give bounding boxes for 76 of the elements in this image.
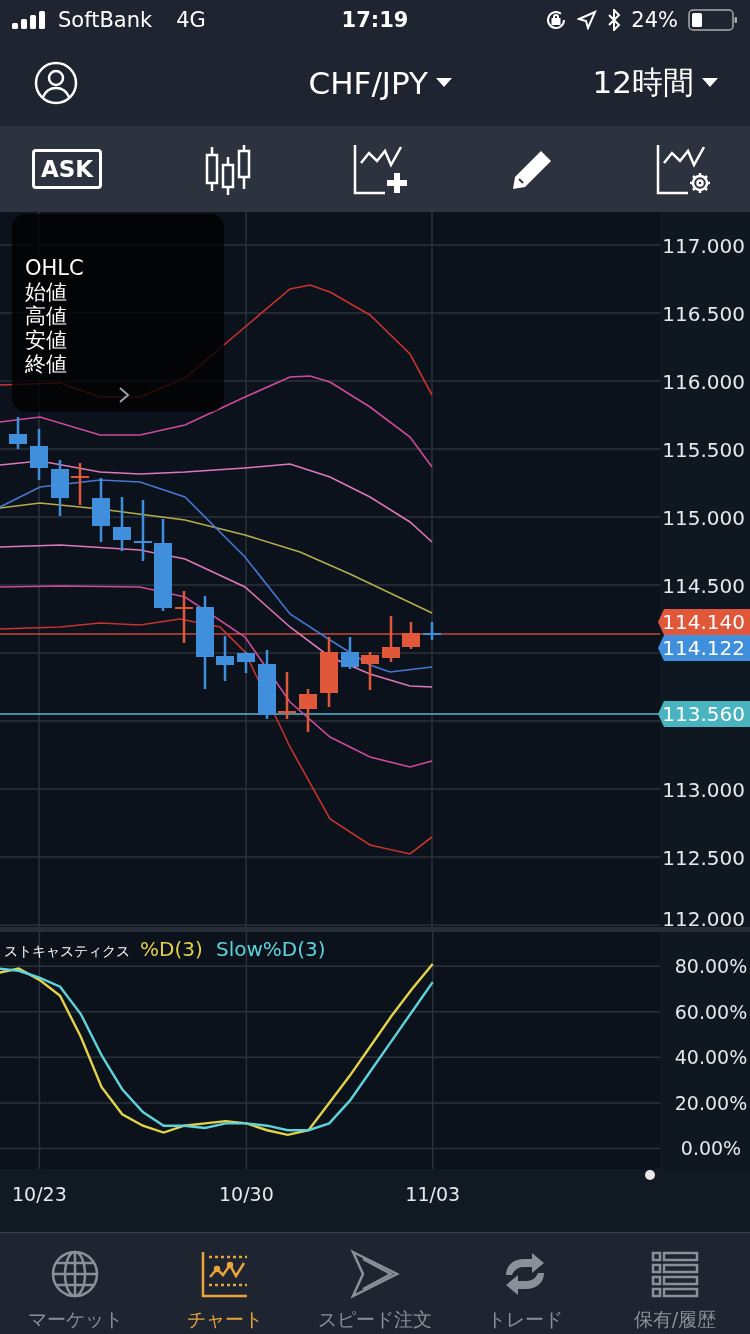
candlestick	[258, 650, 276, 720]
price-axis-label: 113.000	[662, 778, 745, 803]
rotation-lock-icon	[545, 8, 568, 31]
candlestick	[51, 460, 69, 517]
carrier-name: SoftBank	[58, 7, 153, 32]
page-dot-icon	[645, 1170, 655, 1180]
bluetooth-icon	[607, 8, 622, 31]
candlestick	[361, 652, 379, 691]
candlestick	[9, 417, 27, 450]
chart-legend-title: ストキャスティクス	[4, 943, 130, 959]
price-tag: 114.122	[658, 635, 750, 662]
legend-series-label: %D(3)	[140, 937, 203, 961]
status-time: 17:19	[341, 7, 409, 32]
candlestick	[71, 463, 89, 506]
tab-bar-item[interactable]: トレード	[450, 1233, 600, 1334]
network-type: 4G	[176, 7, 206, 32]
candlestick	[175, 591, 193, 644]
candlestick	[92, 478, 110, 543]
candlestick	[382, 616, 400, 663]
price-axis-label: 112.000	[662, 907, 745, 928]
location-arrow-icon	[577, 9, 598, 30]
candlestick	[278, 672, 296, 720]
battery-icon	[688, 8, 738, 31]
date-label: 10/30	[219, 1183, 274, 1205]
globe-icon	[50, 1249, 100, 1299]
ohlc-label: 始値	[25, 280, 68, 305]
user-profile-icon[interactable]	[34, 60, 78, 105]
price-axis-label: 116.500	[662, 302, 745, 327]
candlestick	[134, 500, 152, 562]
tab-bar-item[interactable]: マーケット	[0, 1233, 150, 1334]
price-axis-label: 115.000	[662, 506, 745, 531]
tab-bar-item[interactable]: チャート	[150, 1233, 300, 1334]
tab-bar-item[interactable]: スピード注文	[300, 1233, 450, 1334]
ohlc-label: OHLC	[25, 256, 85, 281]
ohlc-label: 終値	[25, 352, 68, 377]
line-chart-icon	[200, 1249, 250, 1299]
price-tag: 114.140	[658, 609, 750, 636]
battery-percent: 24%	[631, 7, 678, 32]
candlestick	[320, 637, 338, 708]
y-tick-label: 60.00%	[674, 1000, 748, 1023]
chart-settings-button[interactable]	[655, 143, 712, 196]
chevron-right-icon[interactable]	[118, 386, 130, 405]
y-tick-label: 20.00%	[674, 1091, 748, 1114]
candlestick-button[interactable]	[203, 143, 252, 196]
price-axis-label: 116.000	[662, 370, 745, 395]
y-tick-label: 40.00%	[674, 1046, 748, 1069]
timeframe-dropdown[interactable]: 12時間	[592, 61, 718, 104]
date-label: 10/23	[12, 1183, 67, 1205]
candlestick	[341, 637, 359, 670]
ask-button[interactable]: ASK	[32, 149, 103, 190]
candlestick	[113, 497, 131, 552]
price-axis-label: 117.000	[662, 234, 745, 259]
date-label: 11/03	[405, 1183, 461, 1205]
ohlc-label: 高値	[25, 304, 68, 329]
tab-bar-item[interactable]: 保有/履歴	[600, 1233, 750, 1334]
currency-pair-dropdown[interactable]: CHF/JPY	[308, 64, 452, 101]
add-indicator-button[interactable]	[353, 143, 410, 196]
list-icon	[650, 1249, 700, 1299]
price-tag: 113.560	[658, 701, 750, 728]
candlestick	[237, 652, 255, 674]
candlestick	[30, 429, 48, 481]
signal-icon	[12, 10, 48, 29]
legend-series-label: Slow%D(3)	[216, 937, 326, 961]
candlestick	[299, 689, 317, 733]
candlestick	[216, 636, 234, 682]
ohlc-label: 安値	[25, 328, 68, 353]
price-axis-label: 112.500	[662, 846, 745, 871]
price-axis-label: 115.500	[662, 438, 745, 463]
price-axis-label: 114.500	[662, 574, 745, 599]
y-tick-label: 0.00%	[680, 1137, 742, 1160]
caret-down-icon	[702, 77, 718, 88]
y-tick-label: 80.00%	[674, 955, 748, 978]
candlestick	[423, 622, 441, 641]
candlestick	[402, 622, 420, 650]
caret-down-icon	[435, 77, 452, 88]
double-arrow-icon	[350, 1249, 400, 1299]
